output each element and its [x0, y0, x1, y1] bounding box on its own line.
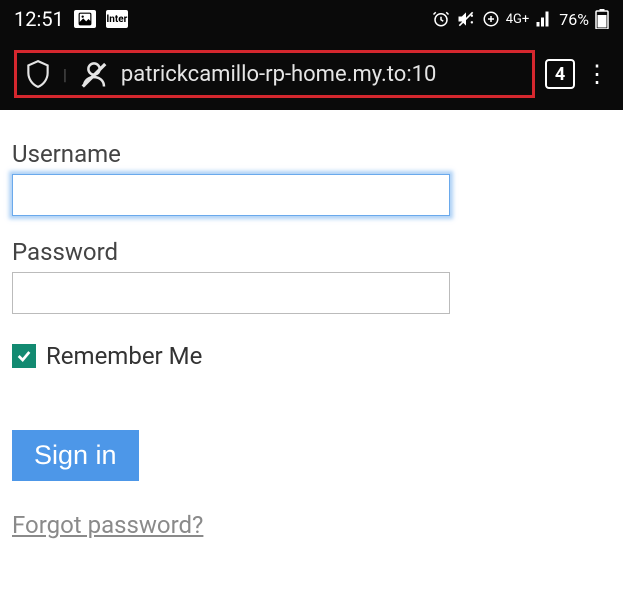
insecure-site-icon[interactable] — [79, 59, 109, 89]
vibrate-mute-icon — [456, 9, 476, 29]
status-left: 12:51 Inter — [14, 7, 128, 31]
data-saver-icon — [482, 10, 500, 28]
username-input[interactable] — [12, 174, 450, 216]
url-text[interactable]: patrickcamillo-rp-home.my.to:10 — [121, 62, 524, 87]
browser-bar: | patrickcamillo-rp-home.my.to:10 4 ⋮ — [0, 38, 623, 110]
app-badge-icon: Inter — [106, 10, 128, 28]
remember-checkbox[interactable] — [12, 344, 36, 368]
status-right: 4G+ 76% — [432, 9, 609, 29]
login-form: Username Password Remember Me Sign in Fo… — [0, 110, 623, 539]
battery-icon — [595, 9, 609, 29]
alarm-icon — [432, 10, 450, 28]
status-bar: 12:51 Inter 4G+ 76% — [0, 0, 623, 38]
forgot-password-link[interactable]: Forgot password? — [12, 511, 203, 539]
shield-icon[interactable] — [25, 59, 51, 89]
address-bar-highlight: | patrickcamillo-rp-home.my.to:10 — [14, 50, 535, 98]
signin-button[interactable]: Sign in — [12, 430, 139, 481]
status-time: 12:51 — [14, 7, 64, 31]
network-type-label: 4G+ — [506, 12, 530, 27]
gallery-icon — [74, 10, 96, 28]
check-icon — [16, 348, 32, 364]
tab-count-button[interactable]: 4 — [545, 59, 575, 89]
password-label: Password — [12, 238, 611, 266]
username-label: Username — [12, 140, 611, 168]
battery-text: 76% — [559, 10, 589, 29]
remember-row[interactable]: Remember Me — [12, 342, 611, 370]
browser-menu-button[interactable]: ⋮ — [585, 60, 609, 88]
address-separator: | — [63, 65, 67, 84]
password-input[interactable] — [12, 272, 450, 314]
remember-label: Remember Me — [46, 342, 202, 370]
signal-icon — [535, 10, 553, 28]
